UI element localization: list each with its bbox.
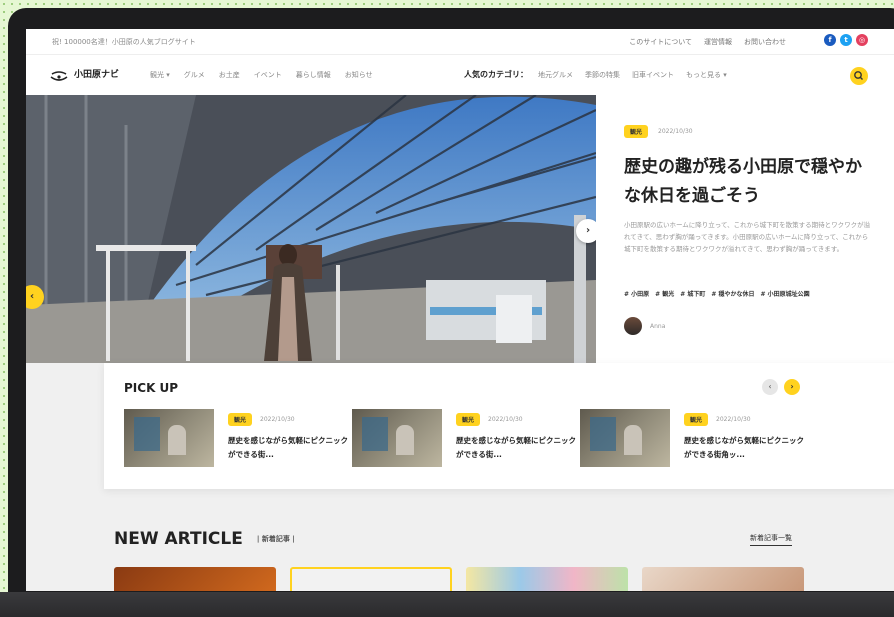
pickup-thumbnail <box>124 409 214 467</box>
link-contact[interactable]: お問い合わせ <box>744 37 786 47</box>
post-date: 2022/10/30 <box>658 128 693 135</box>
link-company[interactable]: 運営情報 <box>704 37 732 47</box>
logo-icon <box>50 68 68 81</box>
article-card[interactable] <box>290 567 452 591</box>
post-date: 2022/10/30 <box>716 416 751 423</box>
category-badge[interactable]: 観光 <box>456 413 481 426</box>
pickup-card-body: 観光 2022/10/30 歴史を感じながら気軽にピクニックができる街... <box>228 413 348 462</box>
article-card[interactable] <box>466 567 628 591</box>
avatar <box>624 317 642 335</box>
nav-item-news[interactable]: お知らせ <box>345 70 373 80</box>
pickup-prev-button[interactable]: ‹ <box>762 379 778 395</box>
twitter-icon[interactable]: t <box>840 34 852 46</box>
social-links: f t ◎ <box>824 34 868 46</box>
nav-item-gourmet[interactable]: グルメ <box>184 70 205 80</box>
pickup-card[interactable]: 観光 2022/10/30 歴史を感じながら気軽にピクニックができる街角ッ... <box>580 409 804 469</box>
category-local-gourmet[interactable]: 地元グルメ <box>538 70 573 80</box>
chevron-left-icon: ‹ <box>29 291 35 302</box>
pickup-meta: 観光 2022/10/30 <box>456 413 576 426</box>
nav-item-souvenir[interactable]: お土産 <box>219 70 240 80</box>
nav-item-event[interactable]: イベント <box>254 70 282 80</box>
post-date: 2022/10/30 <box>260 416 295 423</box>
category-badge[interactable]: 観光 <box>684 413 709 426</box>
post-date: 2022/10/30 <box>488 416 523 423</box>
hero-tags: # 小田原 # 観光 # 城下町 # 穏やかな休日 # 小田原城址公園 <box>624 289 810 298</box>
category-badge[interactable]: 観光 <box>624 125 649 138</box>
search-icon <box>854 71 863 80</box>
pickup-thumbnail <box>352 409 442 467</box>
category-more[interactable]: もっと見る ▾ <box>686 70 727 80</box>
hero-description: 小田原駅の広いホームに降り立って、これから城下町を散策する期待とワクワクが溢れて… <box>624 221 871 253</box>
laptop-base <box>0 592 894 617</box>
pickup-thumbnail <box>580 409 670 467</box>
pickup-card[interactable]: 観光 2022/10/30 歴史を感じながら気軽にピクニックができる街... <box>124 409 348 469</box>
tag[interactable]: # 観光 <box>655 289 674 298</box>
section-subtitle: | 新着記事 | <box>256 535 295 543</box>
browser-viewport: 祝! 100000名達！小田原の人気ブログサイト このサイトについて 運営情報 … <box>26 29 894 591</box>
tag[interactable]: # 小田原 <box>624 289 649 298</box>
tag[interactable]: # 城下町 <box>680 289 705 298</box>
section-title: NEW ARTICLE <box>114 529 243 549</box>
author-name: Anna <box>650 322 666 330</box>
popular-categories: 地元グルメ 季節の特集 旧車イベント もっと見る ▾ <box>538 70 727 80</box>
pickup-next-button[interactable]: › <box>784 379 800 395</box>
search-button[interactable] <box>850 67 868 85</box>
tag[interactable]: # 穏やかな休日 <box>711 289 754 298</box>
pickup-card-body: 観光 2022/10/30 歴史を感じながら気軽にピクニックができる街角ッ... <box>684 413 804 462</box>
pickup-card-body: 観光 2022/10/30 歴史を感じながら気軽にピクニックができる街... <box>456 413 576 462</box>
hero-article-panel: 観光 2022/10/30 歴史の趣が残る小田原で穏やかな休日を過ごそう 小田原… <box>596 95 894 363</box>
tag[interactable]: # 小田原城址公園 <box>761 289 810 298</box>
pickup-card[interactable]: 観光 2022/10/30 歴史を感じながら気軽にピクニックができる街... <box>352 409 576 469</box>
pickup-meta: 観光 2022/10/30 <box>228 413 348 426</box>
article-card[interactable] <box>642 567 804 591</box>
hero-meta: 観光 2022/10/30 <box>624 125 693 138</box>
pickup-card-title: 歴史を感じながら気軽にピクニックができる街... <box>456 436 576 459</box>
author[interactable]: Anna <box>624 317 665 335</box>
pickup-section: PICK UP ‹ › 観光 2022/10/30 歴史を感じながら気軽にピクニ… <box>104 363 894 489</box>
nav-item-living[interactable]: 暮らし情報 <box>296 70 331 80</box>
category-classic-car[interactable]: 旧車イベント <box>632 70 674 80</box>
popular-categories-label: 人気のカテゴリ： <box>464 70 528 79</box>
article-card[interactable] <box>114 567 276 591</box>
facebook-icon[interactable]: f <box>824 34 836 46</box>
site-logo[interactable]: 小田原ナビ <box>50 67 120 81</box>
category-seasonal[interactable]: 季節の特集 <box>585 70 620 80</box>
nav-item-sightseeing[interactable]: 観光 ▾ <box>150 70 170 80</box>
utility-bar: 祝! 100000名達！小田原の人気ブログサイト このサイトについて 運営情報 … <box>26 29 894 55</box>
instagram-icon[interactable]: ◎ <box>856 34 868 46</box>
pickup-meta: 観光 2022/10/30 <box>684 413 804 426</box>
view-all-articles-link[interactable]: 新着記事一覧 <box>750 533 792 546</box>
logo-text: 小田原ナビ <box>74 70 120 80</box>
nav-menu: 観光 ▾ グルメ お土産 イベント 暮らし情報 お知らせ <box>150 70 373 80</box>
pickup-card-title: 歴史を感じながら気軽にピクニックができる街... <box>228 436 348 459</box>
link-about[interactable]: このサイトについて <box>629 37 692 47</box>
pickup-pager: ‹ › <box>762 379 800 395</box>
utility-links: このサイトについて 運営情報 お問い合わせ <box>629 37 786 47</box>
chevron-right-icon: › <box>585 225 591 236</box>
new-article-header: NEW ARTICLE | 新着記事 | <box>114 529 295 549</box>
site-tagline: 祝! 100000名達！小田原の人気ブログサイト <box>52 38 196 46</box>
main-nav: 小田原ナビ 観光 ▾ グルメ お土産 イベント 暮らし情報 お知らせ 人気のカテ… <box>26 55 894 95</box>
category-badge[interactable]: 観光 <box>228 413 253 426</box>
hero-image[interactable]: ‹ <box>26 95 596 363</box>
hero-title[interactable]: 歴史の趣が残る小田原で穏やかな休日を過ごそう <box>624 153 874 211</box>
pickup-title: PICK UP <box>124 381 179 395</box>
pickup-card-title: 歴史を感じながら気軽にピクニックができる街角ッ... <box>684 436 804 459</box>
